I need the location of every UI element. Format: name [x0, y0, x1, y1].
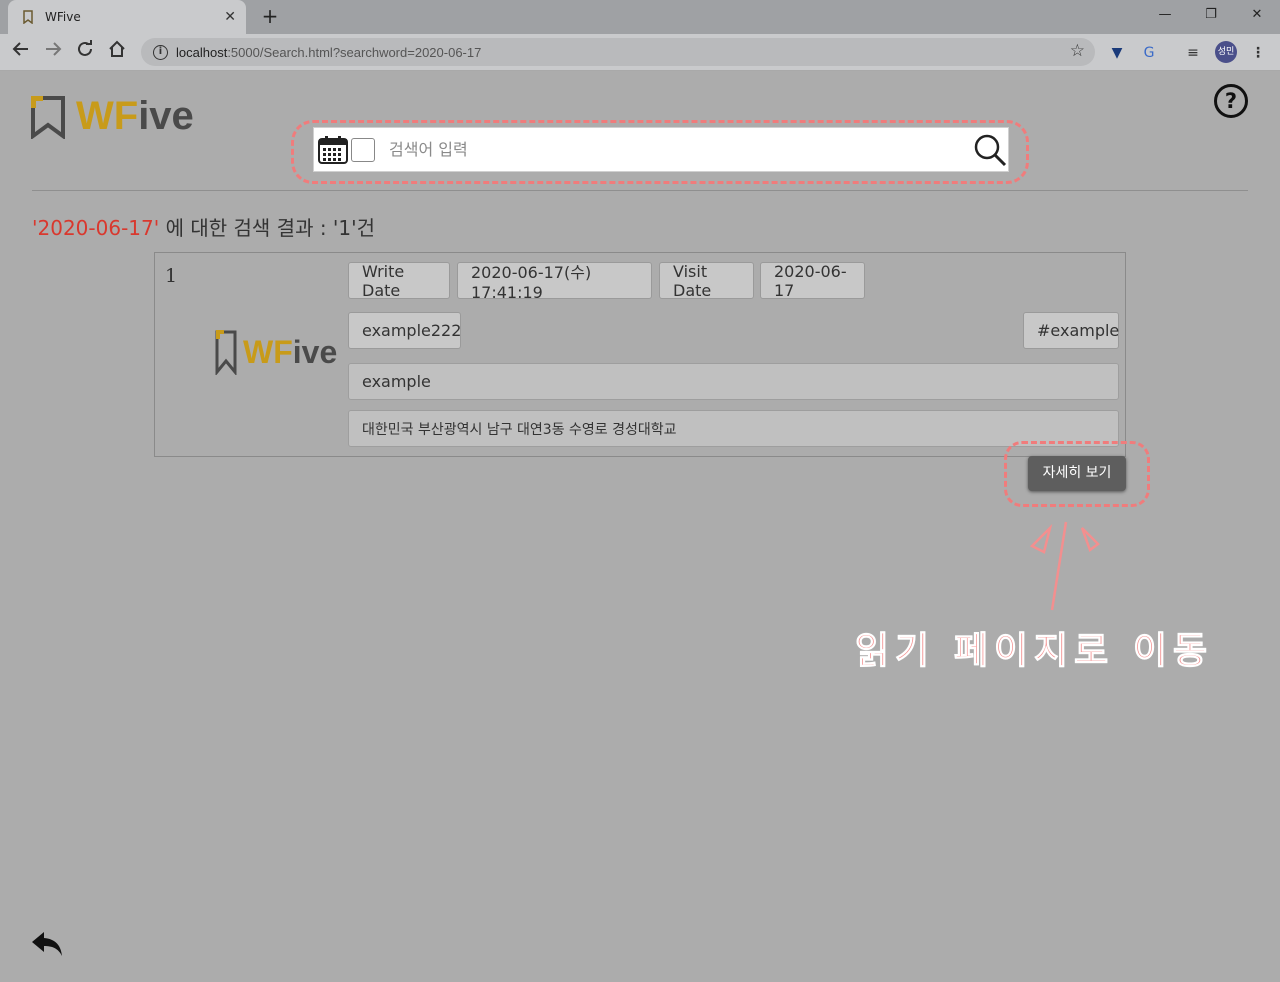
- visit-date-label: Visit Date: [659, 262, 754, 300]
- post-title: example222: [348, 312, 461, 349]
- search-keyword: '2020-06-17': [32, 216, 160, 240]
- new-tab-button[interactable]: +: [258, 4, 282, 28]
- close-window-button[interactable]: ✕: [1234, 0, 1280, 30]
- write-date-label: Write Date: [348, 262, 450, 300]
- post-content: example: [348, 363, 1119, 400]
- annotation-arrow-icon: [1029, 521, 1100, 611]
- write-date-value: 2020-06-17(수) 17:41:19: [457, 262, 652, 302]
- search-input[interactable]: [389, 140, 949, 159]
- home-icon: [109, 40, 125, 57]
- browser-tabbar: WFive ✕ + — ❐ ✕: [0, 0, 1280, 34]
- tab-title: WFive: [45, 10, 81, 24]
- site-logo[interactable]: WFive: [30, 94, 194, 139]
- view-detail-button[interactable]: 자세히 보기: [1028, 456, 1126, 491]
- restore-button[interactable]: ❐: [1188, 0, 1234, 30]
- address-bar[interactable]: i localhost:5000/Search.html?searchword=…: [141, 38, 1095, 66]
- card-thumbnail: WFive: [215, 329, 337, 375]
- post-address: 대한민국 부산광역시 남구 대연3동 수영로 경성대학교: [348, 410, 1119, 447]
- result-index: 1: [165, 265, 178, 287]
- arrow-left-icon: [12, 42, 28, 56]
- tab-close-icon[interactable]: ✕: [224, 9, 236, 25]
- translate-icon[interactable]: G: [1138, 42, 1160, 64]
- visit-date-value: 2020-06-17: [760, 262, 865, 300]
- bookmark-logo-icon: [31, 95, 65, 139]
- extension-v-icon[interactable]: ▼: [1106, 42, 1128, 64]
- header-divider: [32, 190, 1248, 191]
- back-nav-button[interactable]: [8, 40, 34, 66]
- home-button[interactable]: [104, 40, 130, 66]
- help-icon[interactable]: ?: [1214, 84, 1248, 118]
- playlist-icon[interactable]: ≡: [1182, 42, 1204, 64]
- menu-kebab-icon[interactable]: ⋮: [1247, 42, 1269, 64]
- profile-avatar[interactable]: 성민: [1215, 41, 1237, 63]
- page-content: WFive ? '2020-06-17' 에 대한 검색 결과 : '1'건 1: [0, 72, 1280, 982]
- browser-tab[interactable]: WFive ✕: [8, 0, 246, 34]
- bookmark-star-icon[interactable]: ☆: [1070, 41, 1085, 61]
- forward-nav-button[interactable]: [40, 40, 66, 66]
- url-text[interactable]: localhost:5000/Search.html?searchword=20…: [176, 45, 481, 60]
- card-logo-text: WFive: [243, 333, 338, 370]
- browser-toolbar: i localhost:5000/Search.html?searchword=…: [0, 34, 1280, 71]
- annotation-label: 읽기 페이지로 이동: [854, 629, 1214, 673]
- calendar-icon[interactable]: [317, 135, 349, 165]
- date-search-checkbox[interactable]: [351, 137, 375, 162]
- result-count-text: 에 대한 검색 결과 : '1'건: [159, 216, 376, 240]
- post-tag: #example: [1023, 312, 1119, 349]
- arrow-right-icon: [46, 42, 62, 56]
- reload-button[interactable]: [72, 40, 98, 66]
- logo-text: WFive: [76, 94, 194, 138]
- info-icon[interactable]: i: [153, 44, 168, 60]
- search-bar: [313, 127, 1009, 172]
- bookmark-favicon-icon: [22, 10, 36, 25]
- search-icon[interactable]: [972, 132, 1008, 168]
- back-reply-icon[interactable]: [30, 930, 64, 958]
- result-card: 1 WFive Write Date 2020-06-17(수) 17:41:1…: [154, 252, 1126, 457]
- bookmark-logo-icon: [215, 330, 237, 375]
- result-summary: '2020-06-17' 에 대한 검색 결과 : '1'건: [32, 212, 375, 241]
- reload-icon: [78, 40, 92, 56]
- minimize-button[interactable]: —: [1142, 0, 1188, 30]
